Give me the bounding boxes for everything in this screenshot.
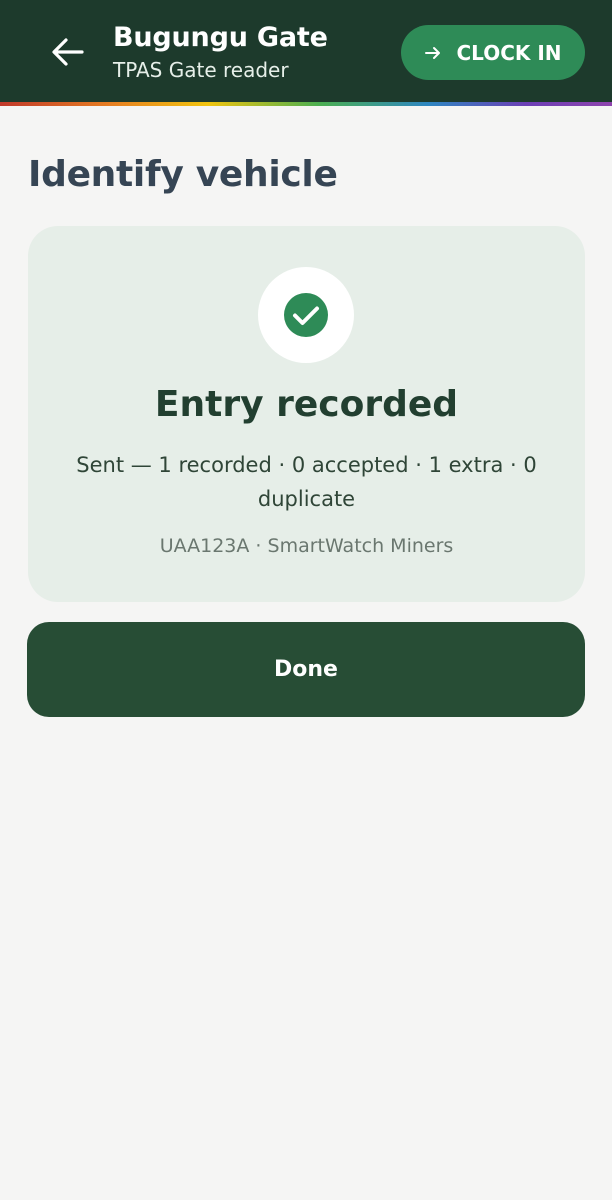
- arrow-left-icon: [52, 38, 84, 66]
- back-button[interactable]: [46, 30, 90, 74]
- clock-in-button[interactable]: CLOCK IN: [401, 25, 585, 80]
- vehicle-detail: UAA123A · SmartWatch Miners: [159, 535, 454, 557]
- result-summary: Sent — 1 recorded · 0 accepted · 1 extra…: [76, 453, 537, 511]
- clock-in-label: CLOCK IN: [456, 40, 562, 65]
- page-title: Identify vehicle: [28, 154, 338, 195]
- arrow-right-icon: [425, 46, 441, 59]
- header-title-block: Bugungu Gate TPAS Gate reader: [113, 20, 328, 84]
- header-accent-stripe: [0, 102, 612, 106]
- result-title: Entry recorded: [154, 384, 459, 425]
- check-circle-icon: [284, 293, 328, 337]
- app-bar: Bugungu Gate TPAS Gate reader CLOCK IN: [0, 0, 612, 102]
- location-subtitle: TPAS Gate reader: [113, 58, 289, 82]
- entry-result-card: Entry recorded Sent — 1 recorded · 0 acc…: [28, 226, 585, 602]
- done-button[interactable]: Done: [27, 622, 585, 717]
- success-badge: [258, 267, 354, 363]
- location-title: Bugungu Gate: [113, 22, 328, 53]
